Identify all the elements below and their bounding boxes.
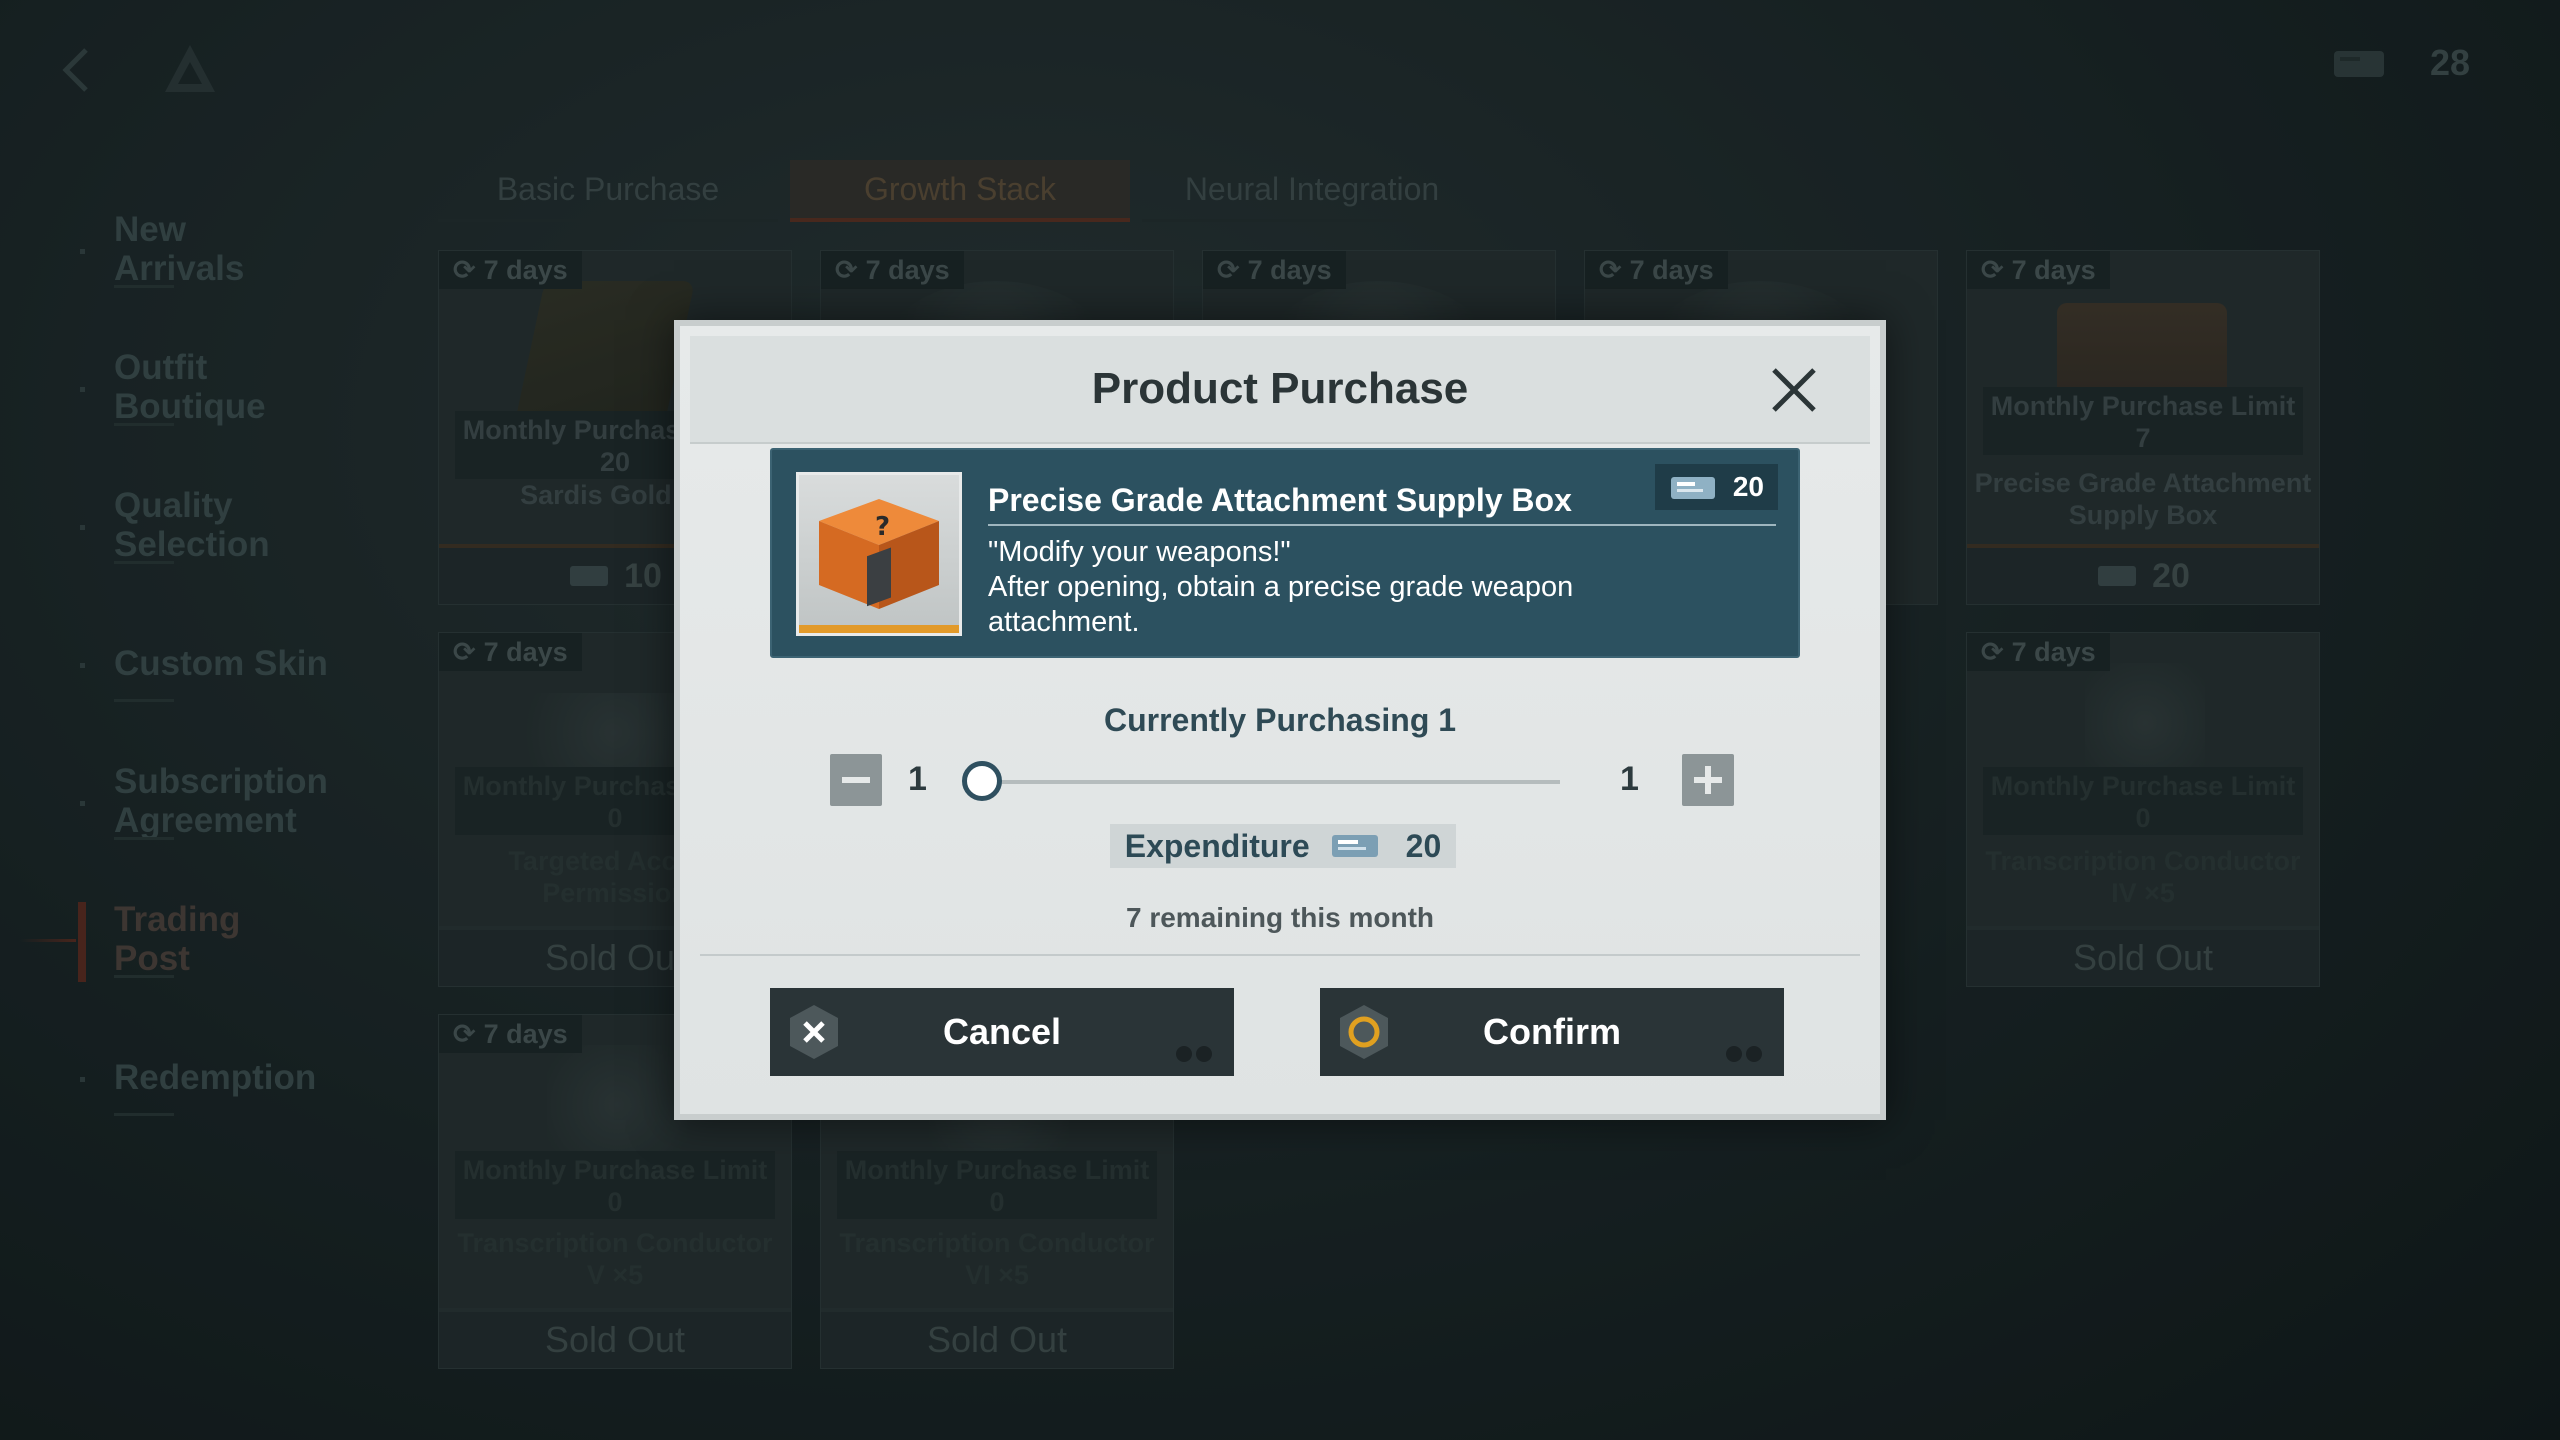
divider	[988, 524, 1776, 526]
divider	[700, 954, 1860, 956]
confirm-label: Confirm	[1483, 1011, 1621, 1052]
ticket-icon	[1331, 835, 1378, 857]
close-icon[interactable]	[1764, 360, 1824, 420]
rarity-stripe	[799, 625, 959, 633]
slider-handle[interactable]	[962, 761, 1002, 801]
decoration-dots	[1726, 1046, 1762, 1062]
cancel-x-icon	[790, 1005, 838, 1059]
slider-max: 1	[1620, 760, 1639, 798]
decrease-button[interactable]	[830, 754, 882, 806]
price-value: 20	[1732, 471, 1764, 502]
expenditure-badge: Expenditure 20	[1110, 824, 1456, 868]
slider-min: 1	[908, 760, 927, 798]
confirm-circle-icon	[1340, 1005, 1388, 1059]
product-name: Precise Grade Attachment Supply Box	[988, 482, 1572, 518]
supply-box-icon: ?	[819, 499, 939, 609]
currently-purchasing: Currently Purchasing 1	[1103, 702, 1457, 738]
expenditure-label: Expenditure	[1124, 827, 1310, 864]
decoration-dots	[1176, 1046, 1212, 1062]
purchase-dialog: Product Purchase ? Precise Grade Attachm…	[674, 320, 1886, 1120]
product-price: 20	[1654, 464, 1778, 510]
cancel-button[interactable]: Cancel	[770, 988, 1234, 1076]
quantity-slider[interactable]	[980, 780, 1560, 784]
expenditure-value: 20	[1405, 827, 1442, 864]
dialog-title: Product Purchase	[1091, 364, 1469, 413]
product-info-panel: ? Precise Grade Attachment Supply Box 20…	[770, 448, 1800, 658]
increase-button[interactable]	[1682, 754, 1734, 806]
product-thumbnail: ?	[796, 472, 962, 636]
confirm-button[interactable]: Confirm	[1320, 988, 1784, 1076]
product-description: After opening, obtain a precise grade we…	[988, 571, 1574, 638]
dialog-header: Product Purchase	[690, 336, 1870, 444]
svg-text:?: ?	[875, 512, 890, 542]
remaining-text: 7 remaining this month	[1125, 902, 1435, 933]
cancel-label: Cancel	[942, 1011, 1062, 1052]
ticket-icon	[1670, 477, 1715, 499]
product-quote: "Modify your weapons!"	[988, 536, 1291, 568]
